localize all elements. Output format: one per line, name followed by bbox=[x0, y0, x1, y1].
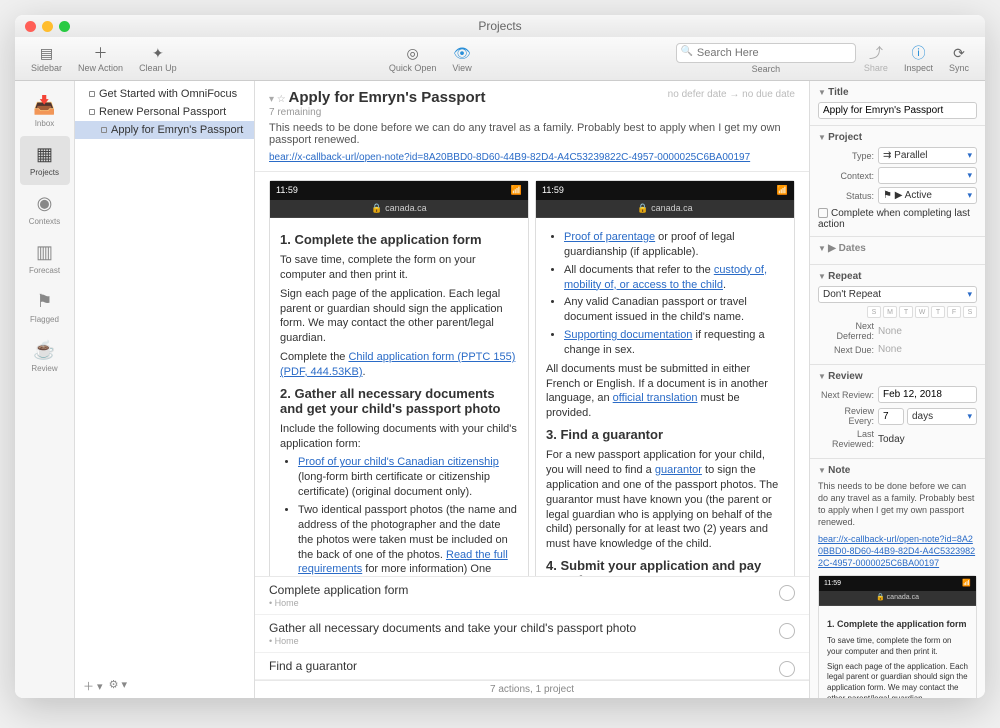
screenshot-right: 11:59📶 🔒 canada.ca Proof of parentage or… bbox=[535, 180, 795, 576]
day-toggle[interactable]: W bbox=[915, 306, 929, 318]
day-toggle[interactable]: T bbox=[899, 306, 913, 318]
clean-up-button[interactable]: ✦Clean Up bbox=[131, 42, 185, 75]
sync-button[interactable]: ⟳Sync bbox=[941, 42, 977, 75]
project-settings-button[interactable]: ⚙ ▾ bbox=[109, 678, 127, 694]
repeat-popup[interactable]: Don't Repeat bbox=[818, 286, 977, 303]
project-item[interactable]: Renew Personal Passport bbox=[75, 103, 254, 121]
inspector-review-header[interactable]: Review bbox=[818, 371, 977, 382]
inspector-repeat-header[interactable]: Repeat bbox=[818, 271, 977, 282]
title-field[interactable] bbox=[818, 102, 977, 119]
project-list: Get Started with OmniFocus Renew Persona… bbox=[75, 81, 255, 698]
type-popup[interactable]: ⇉ Parallel bbox=[878, 147, 977, 164]
status-popup[interactable]: ⚑ ▶ Active bbox=[878, 187, 977, 204]
share-button[interactable]: ⤴Share bbox=[856, 42, 896, 75]
sidebar-projects[interactable]: ▦Projects bbox=[20, 136, 70, 185]
view-button[interactable]: 👁View bbox=[444, 42, 479, 75]
screenshot-left: 11:59📶 🔒 canada.ca 1. Complete the appli… bbox=[269, 180, 529, 576]
search-wrap: Search bbox=[676, 43, 856, 74]
task-checkbox[interactable] bbox=[779, 585, 795, 601]
app-window: Projects ▤Sidebar ＋New Action ✦Clean Up … bbox=[15, 15, 985, 698]
inspect-button[interactable]: ⓘInspect bbox=[896, 42, 941, 75]
review-every-n[interactable] bbox=[878, 408, 904, 425]
close-window[interactable] bbox=[25, 21, 36, 32]
note-link[interactable]: bear://x-callback-url/open-note?id=8A20B… bbox=[269, 152, 795, 163]
toolbar: ▤Sidebar ＋New Action ✦Clean Up ◎Quick Op… bbox=[15, 37, 985, 81]
window-title: Projects bbox=[478, 19, 521, 33]
add-project-button[interactable]: ＋ ▾ bbox=[83, 678, 103, 694]
project-title[interactable]: Apply for Emryn's Passport bbox=[289, 89, 486, 106]
inspector-title-header[interactable]: Title bbox=[818, 87, 977, 98]
task-checkbox[interactable] bbox=[779, 661, 795, 677]
quick-open-button[interactable]: ◎Quick Open bbox=[381, 42, 445, 75]
minimize-window[interactable] bbox=[42, 21, 53, 32]
project-item[interactable]: Get Started with OmniFocus bbox=[75, 85, 254, 103]
sidebar-flagged[interactable]: ⚑Flagged bbox=[20, 283, 70, 332]
inspector: Title Project Type:⇉ Parallel Context: S… bbox=[810, 81, 985, 698]
inspector-project-header[interactable]: Project bbox=[818, 132, 977, 143]
perspective-sidebar: 📥Inbox ▦Projects ◉Contexts ▥Forecast ⚑Fl… bbox=[15, 81, 75, 698]
titlebar: Projects bbox=[15, 15, 985, 37]
inspector-dates-header[interactable]: Dates bbox=[839, 243, 866, 254]
sidebar-review[interactable]: ☕Review bbox=[20, 332, 70, 381]
project-note[interactable]: This needs to be done before we can do a… bbox=[269, 122, 795, 146]
search-input[interactable] bbox=[676, 43, 856, 63]
day-toggle[interactable]: T bbox=[931, 306, 945, 318]
sidebar-contexts[interactable]: ◉Contexts bbox=[20, 185, 70, 234]
review-every-unit[interactable]: days bbox=[907, 408, 977, 425]
day-toggle[interactable]: S bbox=[867, 306, 881, 318]
sidebar-toggle[interactable]: ▤Sidebar bbox=[23, 42, 70, 75]
day-toggle[interactable]: M bbox=[883, 306, 897, 318]
day-toggle[interactable]: F bbox=[947, 306, 961, 318]
remaining-count: 7 remaining bbox=[269, 107, 321, 118]
day-toggle[interactable]: S bbox=[963, 306, 977, 318]
defer-due-info: no defer date → no due date bbox=[668, 89, 795, 100]
main-outline: no defer date → no due date ▾ ☆ Apply fo… bbox=[255, 81, 810, 698]
task-row[interactable]: Gather all necessary documents and take … bbox=[255, 615, 809, 653]
new-action-button[interactable]: ＋New Action bbox=[70, 42, 131, 75]
zoom-window[interactable] bbox=[59, 21, 70, 32]
task-list: Complete application form• Home Gather a… bbox=[255, 576, 809, 680]
sidebar-forecast[interactable]: ▥Forecast bbox=[20, 234, 70, 283]
complete-checkbox[interactable] bbox=[818, 208, 828, 218]
task-row[interactable]: Complete application form• Home bbox=[255, 577, 809, 615]
context-popup[interactable] bbox=[878, 167, 977, 184]
inspector-note-body[interactable]: This needs to be done before we can do a… bbox=[818, 480, 977, 698]
task-checkbox[interactable] bbox=[779, 623, 795, 639]
task-row[interactable]: Find a guarantor bbox=[255, 653, 809, 680]
sidebar-inbox[interactable]: 📥Inbox bbox=[20, 87, 70, 136]
status-footer: 7 actions, 1 project bbox=[255, 680, 809, 698]
project-item-selected[interactable]: Apply for Emryn's Passport bbox=[75, 121, 254, 139]
next-review-field[interactable] bbox=[878, 386, 977, 403]
inspector-note-header[interactable]: Note bbox=[818, 465, 977, 476]
